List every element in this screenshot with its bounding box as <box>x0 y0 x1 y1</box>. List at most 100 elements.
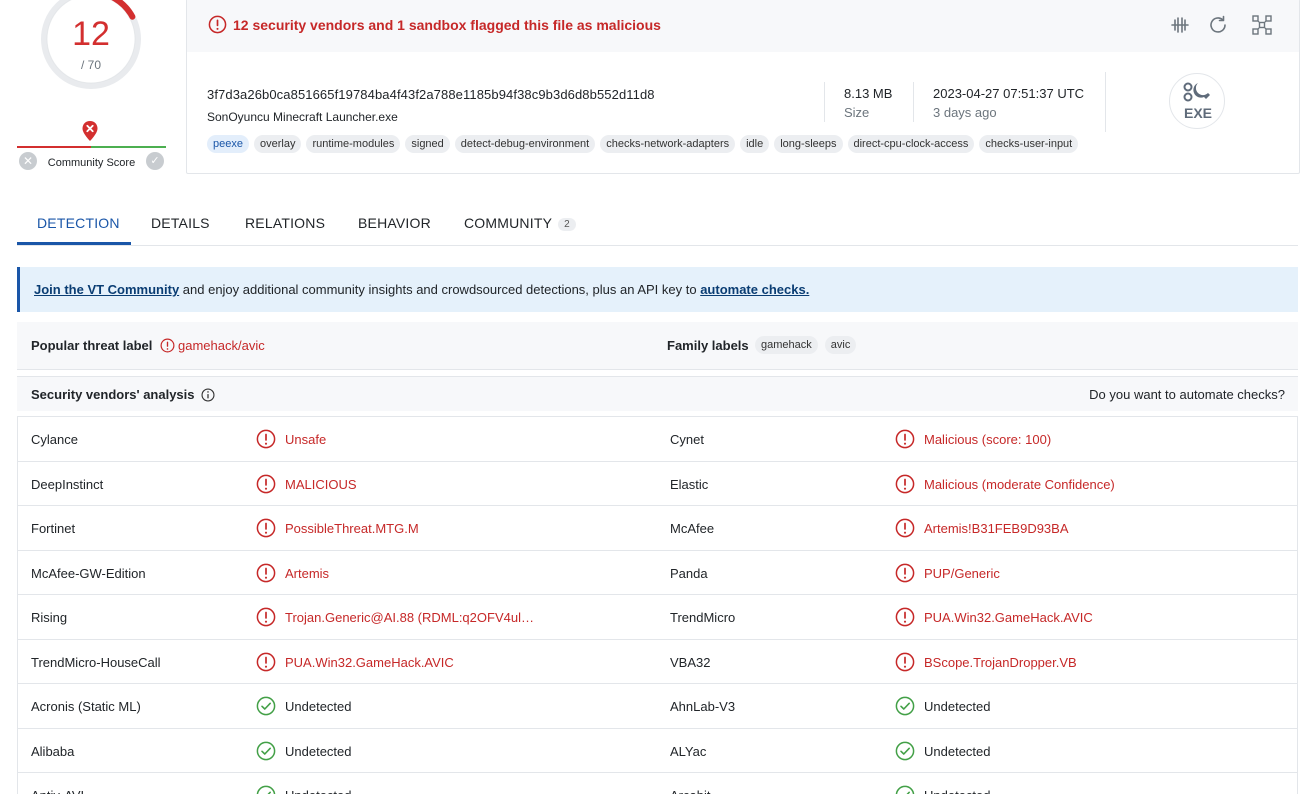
file-tag[interactable]: direct-cpu-clock-access <box>847 135 975 153</box>
file-tag[interactable]: long-sleeps <box>774 135 843 153</box>
alert-circle-icon <box>160 338 175 353</box>
alert-circle-icon <box>895 474 915 493</box>
vendor-name: Cynet <box>670 432 704 447</box>
vendor-name: Cylance <box>31 432 78 447</box>
tab-details[interactable]: DETAILS <box>151 215 210 231</box>
analysis-date: 2023-04-27 07:51:37 UTC <box>933 86 1085 101</box>
family-labels-title: Family labels <box>667 338 749 353</box>
active-tab-indicator <box>17 242 131 245</box>
tab-relations[interactable]: RELATIONS <box>245 215 325 231</box>
vendor-name: Rising <box>31 610 68 625</box>
alert-circle-icon <box>208 15 227 34</box>
location-marker-icon <box>82 121 98 141</box>
alert-circle-icon <box>256 429 276 449</box>
vendor-result: BScope.TrojanDropper.VB <box>924 654 1077 670</box>
community-banner: Join the VT Community and enjoy addition… <box>17 267 1298 312</box>
file-type-badge: EXE <box>1169 73 1225 129</box>
file-size-value: 8.13 MB <box>844 86 893 101</box>
vendor-name: McAfee <box>670 521 715 536</box>
info-icon[interactable] <box>201 388 215 402</box>
reanalyze-icon[interactable] <box>1207 14 1229 36</box>
vendor-result: Malicious (moderate Confidence) <box>924 476 1115 492</box>
join-community-link[interactable]: Join the VT Community <box>34 282 179 297</box>
popular-threat-value[interactable]: gamehack/avic <box>178 338 265 353</box>
vendor-result: Undetected <box>285 743 352 759</box>
tab-community[interactable]: COMMUNITY 2 <box>464 215 576 231</box>
vendor-row: McAfee-GW-Edition Artemis Panda PUP/Generic <box>18 551 1297 595</box>
file-tag[interactable]: checks-user-input <box>979 135 1079 153</box>
flag-message: 12 security vendors and 1 sandbox flagge… <box>233 17 661 33</box>
family-tag[interactable]: gamehack <box>755 336 818 354</box>
automate-checks-link[interactable]: automate checks. <box>700 282 809 297</box>
check-circle-icon <box>256 696 276 716</box>
vendors-header: Security vendors' analysis Do you want t… <box>17 376 1298 411</box>
community-score-label: Community Score <box>47 157 136 169</box>
vendor-name: Panda <box>670 565 708 581</box>
threat-labels: Popular threat label gamehack/avic Famil… <box>17 322 1298 370</box>
alert-circle-icon <box>895 563 915 582</box>
community-bar-negative <box>17 146 91 148</box>
tab-detection[interactable]: DETECTION <box>37 215 120 231</box>
vendor-name: Elastic <box>670 476 709 492</box>
check-circle-icon <box>256 785 276 794</box>
vendor-result: Malicious (score: 100) <box>924 432 1052 447</box>
main-tabs: DETECTION DETAILS RELATIONS BEHAVIOR COM… <box>17 204 1298 246</box>
vendor-name: Acronis (Static ML) <box>31 699 141 714</box>
banner-body: and enjoy additional community insights … <box>179 282 701 297</box>
file-summary-card: 12 security vendors and 1 sandbox flagge… <box>186 0 1300 174</box>
automate-checks-prompt[interactable]: Do you want to automate checks? <box>1089 387 1285 402</box>
vendor-result: Undetected <box>924 699 991 714</box>
vendor-row: TrendMicro-HouseCall PUA.Win32.GameHack.A… <box>18 640 1297 684</box>
file-tag[interactable]: detect-debug-environment <box>454 135 596 153</box>
graph-icon[interactable] <box>1251 14 1273 36</box>
alert-circle-icon <box>895 652 915 671</box>
analysis-age: 3 days ago <box>933 105 997 120</box>
vendor-name: TrendMicro-HouseCall <box>31 654 161 670</box>
vendor-result: Undetected <box>924 788 991 794</box>
compare-icon[interactable] <box>1169 14 1191 36</box>
divider <box>1105 72 1106 132</box>
file-hash[interactable]: 3f7d3a26b0ca851665f19784ba4f43f2a788e118… <box>207 87 655 102</box>
family-tag[interactable]: avic <box>824 336 857 354</box>
vote-harmless-check-icon[interactable]: ✓ <box>146 152 164 170</box>
vendor-row: Fortinet PossibleThreat.MTG.M McAfee Artemi… <box>18 506 1297 551</box>
vendor-name: ALYac <box>670 743 707 759</box>
vendor-result: Undetected <box>285 699 352 714</box>
vendor-result: PUP/Generic <box>924 565 1000 581</box>
vendor-name: Fortinet <box>31 521 76 536</box>
tab-community-label: COMMUNITY <box>464 215 553 231</box>
file-tag[interactable]: runtime-modules <box>306 135 401 153</box>
vendor-result: Artemis <box>285 565 330 581</box>
flag-banner: 12 security vendors and 1 sandbox flagge… <box>187 0 1299 52</box>
community-count-badge: 2 <box>558 217 576 231</box>
family-tags: gamehack avic <box>755 336 857 354</box>
check-circle-icon <box>895 741 915 760</box>
detection-score: 12 / 70 <box>40 0 142 90</box>
vendor-result: PossibleThreat.MTG.M <box>285 521 419 536</box>
alert-circle-icon <box>895 607 915 627</box>
file-tag[interactable]: overlay <box>253 135 302 153</box>
tab-behavior[interactable]: BEHAVIOR <box>358 215 431 231</box>
file-tag[interactable]: signed <box>405 135 450 153</box>
vendor-result: Undetected <box>924 743 991 759</box>
banner-text: Join the VT Community and enjoy addition… <box>34 282 809 297</box>
file-tag[interactable]: peexe <box>207 135 249 153</box>
file-tag[interactable]: idle <box>740 135 770 153</box>
alert-circle-icon <box>256 652 276 671</box>
vendor-row: Rising Trojan.Generic@AI.88 (RDML:q2OFV4u… <box>18 595 1297 640</box>
vendor-name: Arcabit <box>670 788 710 794</box>
vendor-name: Alibaba <box>31 743 75 759</box>
detection-count: 12 <box>72 15 110 53</box>
engine-total: / 70 <box>80 58 101 72</box>
alert-circle-icon <box>895 429 915 449</box>
vendor-row: Alibaba Undetected ALYac Undetected <box>18 729 1297 773</box>
vendor-name: McAfee-GW-Edition <box>31 565 146 581</box>
vendor-name: DeepInstinct <box>31 476 104 492</box>
divider <box>824 82 825 122</box>
file-tags: peexe overlay runtime-modules signed detect-… <box>207 135 1079 153</box>
vendor-name: Antiy-AVL <box>31 788 88 794</box>
alert-circle-icon <box>256 474 276 493</box>
vendor-row: Cylance Unsafe Cynet Malicious (score: 100) <box>18 417 1297 462</box>
file-tag[interactable]: checks-network-adapters <box>600 135 736 153</box>
vendor-result: Trojan.Generic@AI.88 (RDML:q2OFV4ul… <box>285 610 534 625</box>
